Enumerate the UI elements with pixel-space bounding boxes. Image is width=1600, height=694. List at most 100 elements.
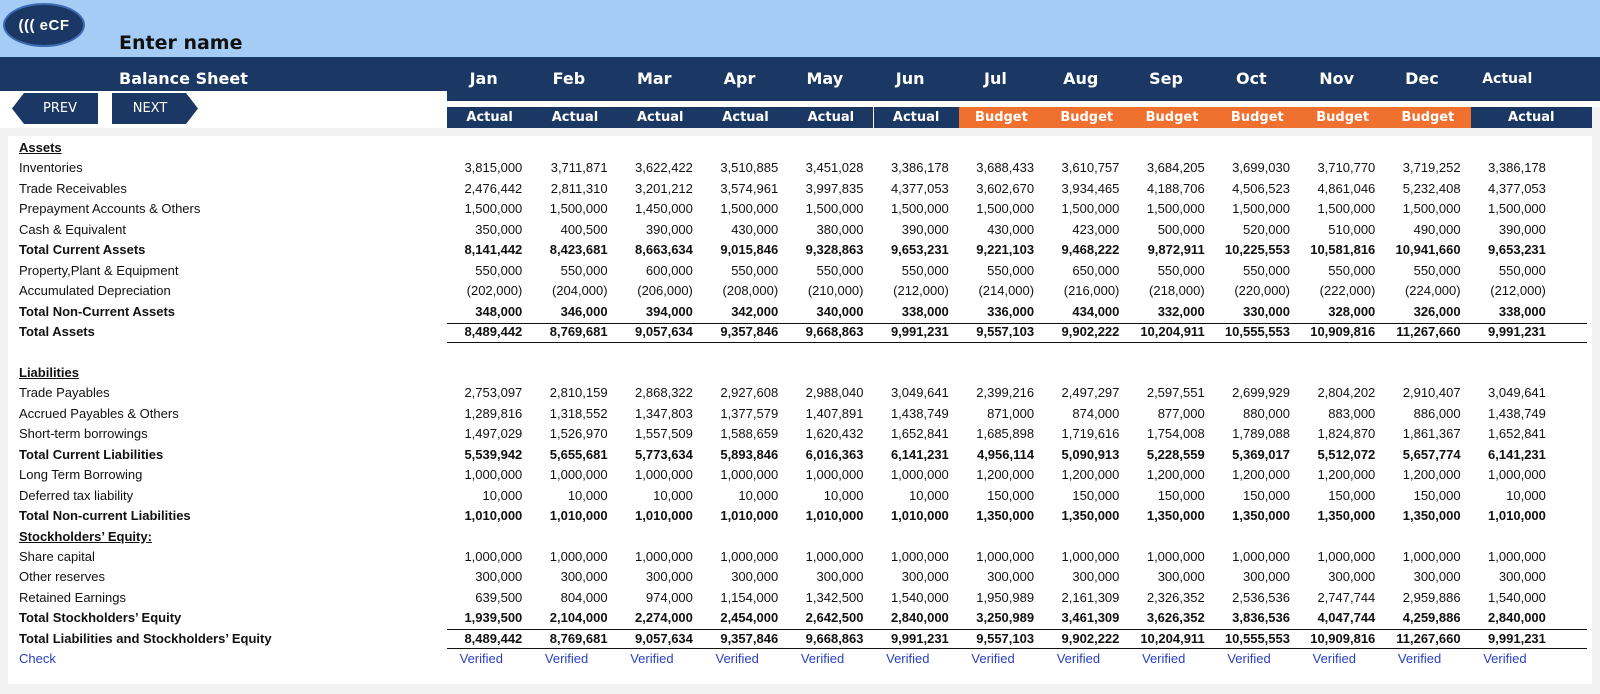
value-cell[interactable]: 4,861,046 [1293,179,1375,199]
value-cell[interactable]: 886,000 [1379,404,1461,424]
value-cell[interactable]: (208,000) [696,281,779,301]
value-cell[interactable]: 550,000 [952,261,1034,281]
value-cell[interactable]: 9,653,231 [1464,240,1546,260]
value-cell[interactable]: 2,910,407 [1379,383,1461,403]
value-cell[interactable]: 1,500,000 [696,199,778,219]
value-cell[interactable]: 3,934,465 [1037,179,1120,199]
value-cell[interactable]: Verified [611,649,693,669]
value-cell[interactable]: 1,200,000 [1379,465,1461,485]
value-cell[interactable]: 1,438,749 [1464,404,1546,424]
value-cell[interactable]: 600,000 [611,261,693,281]
value-cell[interactable]: 8,769,681 [526,629,608,649]
value-cell[interactable]: 1,377,579 [696,404,778,424]
value-cell[interactable]: 1,500,000 [867,199,949,219]
value-cell[interactable]: 1,000,000 [526,547,608,567]
value-cell[interactable]: 346,000 [526,302,608,322]
value-cell[interactable]: 8,141,442 [440,240,522,260]
value-cell[interactable]: 9,668,863 [782,629,864,649]
value-cell[interactable]: 4,188,706 [1123,179,1205,199]
value-cell[interactable]: 1,500,000 [440,199,522,219]
value-cell[interactable]: 1,350,000 [1379,506,1461,526]
value-cell[interactable]: 3,461,309 [1037,608,1120,628]
value-cell[interactable]: 1,289,816 [440,404,522,424]
value-cell[interactable]: (210,000) [782,281,864,301]
value-cell[interactable]: (222,000) [1293,281,1376,301]
value-cell[interactable]: 1,000,000 [440,547,522,567]
value-cell[interactable]: 1,000,000 [1464,547,1546,567]
value-cell[interactable]: 3,719,252 [1379,158,1461,178]
value-cell[interactable]: 1,010,000 [782,506,864,526]
value-cell[interactable]: 2,536,536 [1208,588,1290,608]
value-cell[interactable]: 2,804,202 [1293,383,1375,403]
value-cell[interactable]: 434,000 [1037,302,1119,322]
value-cell[interactable]: 4,259,886 [1379,608,1461,628]
value-cell[interactable]: 2,699,929 [1208,383,1290,403]
value-cell[interactable]: 5,232,408 [1379,179,1461,199]
value-cell[interactable]: 1,318,552 [526,404,608,424]
value-cell[interactable]: Verified [1037,649,1119,669]
value-cell[interactable]: 3,688,433 [952,158,1034,178]
value-cell[interactable]: 550,000 [867,261,949,281]
value-cell[interactable]: 1,540,000 [1464,588,1546,608]
value-cell[interactable]: 9,991,231 [867,322,949,342]
value-cell[interactable]: 300,000 [867,567,949,587]
value-cell[interactable]: 3,602,670 [952,179,1034,199]
value-cell[interactable]: 394,000 [611,302,693,322]
value-cell[interactable]: 300,000 [696,567,778,587]
value-cell[interactable]: 390,000 [611,220,693,240]
value-cell[interactable]: 5,090,913 [1037,445,1120,465]
value-cell[interactable]: 300,000 [1293,567,1375,587]
value-cell[interactable]: 550,000 [696,261,778,281]
value-cell[interactable]: 1,620,432 [782,424,864,444]
value-cell[interactable]: 10,555,553 [1208,629,1290,649]
value-cell[interactable]: 9,557,103 [952,629,1034,649]
value-cell[interactable]: 1,557,509 [611,424,693,444]
value-cell[interactable]: 1,000,000 [696,465,778,485]
value-cell[interactable]: 520,000 [1208,220,1290,240]
value-cell[interactable]: 380,000 [782,220,864,240]
value-cell[interactable]: 430,000 [952,220,1034,240]
value-cell[interactable]: 10,000 [782,486,864,506]
value-cell[interactable]: 10,000 [696,486,778,506]
value-cell[interactable]: 2,326,352 [1123,588,1205,608]
value-cell[interactable]: 300,000 [1379,567,1461,587]
value-cell[interactable]: 1,000,000 [526,465,608,485]
value-cell[interactable]: 1,200,000 [1293,465,1375,485]
value-cell[interactable]: 300,000 [1037,567,1119,587]
value-cell[interactable]: 3,836,536 [1208,608,1290,628]
value-cell[interactable]: (216,000) [1037,281,1120,301]
value-cell[interactable]: 150,000 [1208,486,1290,506]
value-cell[interactable]: 10,000 [526,486,608,506]
value-cell[interactable]: 2,868,322 [611,383,693,403]
value-cell[interactable]: 3,510,885 [696,158,778,178]
value-cell[interactable]: 1,010,000 [611,506,693,526]
value-cell[interactable]: 550,000 [526,261,608,281]
value-cell[interactable]: 1,347,803 [611,404,693,424]
value-cell[interactable]: 1,350,000 [1208,506,1290,526]
value-cell[interactable]: 10,909,816 [1293,322,1375,342]
value-cell[interactable]: 5,539,942 [440,445,522,465]
value-cell[interactable]: 1,861,367 [1379,424,1461,444]
value-cell[interactable]: 1,000,000 [867,465,949,485]
value-cell[interactable]: 9,357,846 [696,629,778,649]
value-cell[interactable]: 1,000,000 [867,547,949,567]
value-cell[interactable]: 330,000 [1208,302,1290,322]
value-cell[interactable]: (202,000) [440,281,523,301]
value-cell[interactable]: 1,500,000 [1379,199,1461,219]
value-cell[interactable]: 8,423,681 [526,240,608,260]
value-cell[interactable]: 6,016,363 [782,445,864,465]
value-cell[interactable]: 3,626,352 [1123,608,1205,628]
value-cell[interactable]: 1,350,000 [1293,506,1375,526]
value-cell[interactable]: 804,000 [526,588,608,608]
value-cell[interactable]: 10,000 [440,486,523,506]
value-cell[interactable]: Verified [1379,649,1461,669]
value-cell[interactable]: 510,000 [1293,220,1375,240]
value-cell[interactable]: 150,000 [1123,486,1205,506]
value-cell[interactable]: 1,010,000 [696,506,778,526]
value-cell[interactable]: 8,489,442 [440,322,522,342]
value-cell[interactable]: 5,512,072 [1293,445,1375,465]
value-cell[interactable]: 300,000 [952,567,1034,587]
value-cell[interactable]: 550,000 [1208,261,1290,281]
value-cell[interactable]: 10,581,816 [1293,240,1375,260]
value-cell[interactable]: Verified [952,649,1034,669]
